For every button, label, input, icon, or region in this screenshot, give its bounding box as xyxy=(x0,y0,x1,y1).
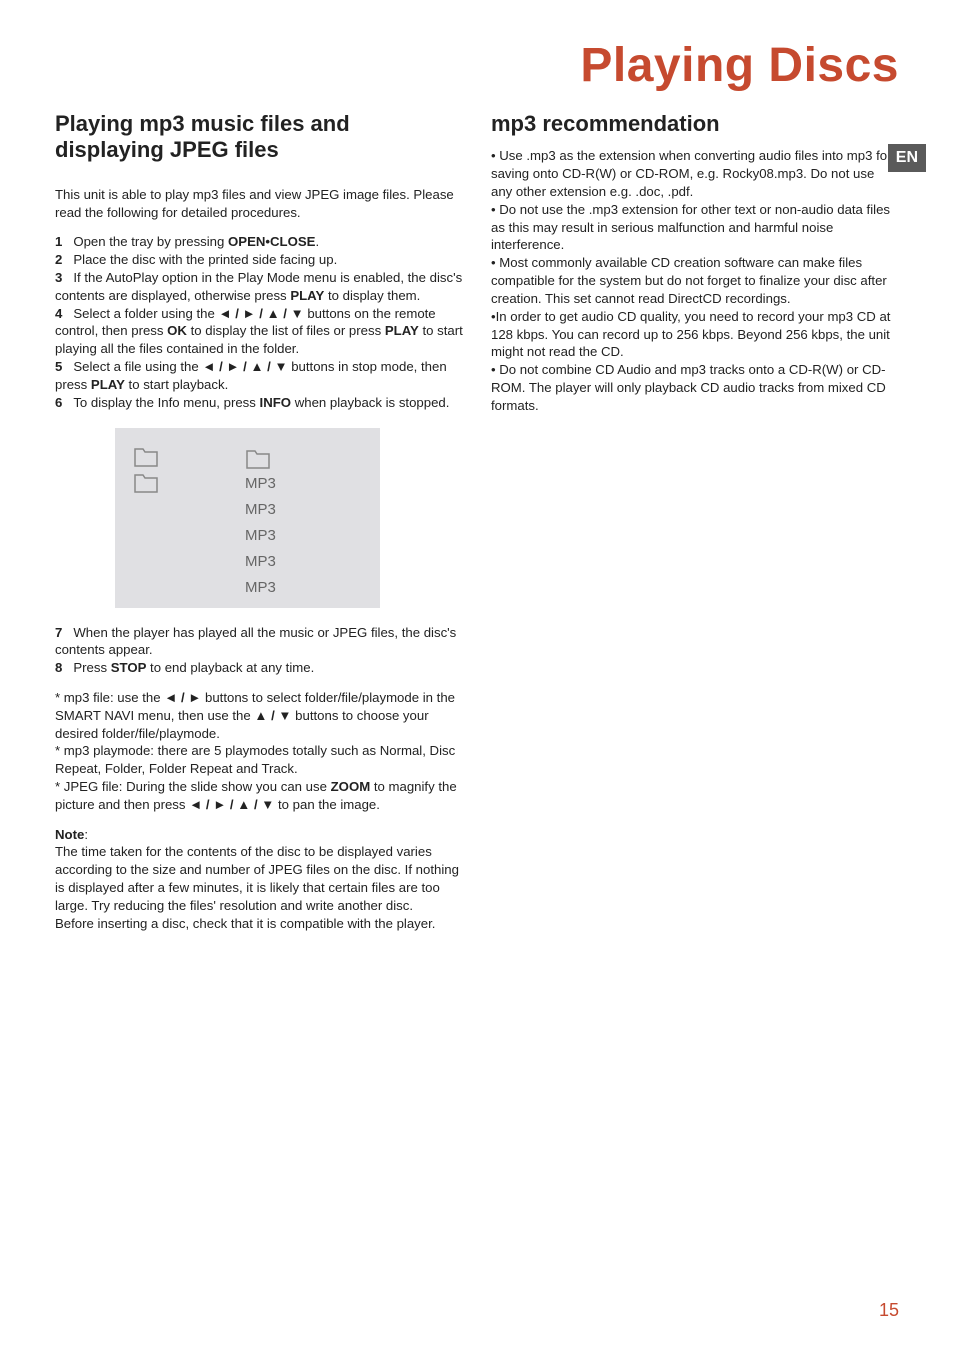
content-columns: Playing mp3 music files and displaying J… xyxy=(55,111,899,933)
step-text: . xyxy=(315,234,319,249)
list-item: MP3 xyxy=(245,472,276,498)
asterisk-note-1: * mp3 file: use the ◄ / ► buttons to sel… xyxy=(55,689,463,742)
note-colon: : xyxy=(84,827,88,842)
language-badge: EN xyxy=(888,144,926,172)
folder-diagram: MP3 MP3 MP3 MP3 MP3 xyxy=(115,428,380,608)
bullet-item: •In order to get audio CD quality, you n… xyxy=(491,308,899,361)
note-body-2: Before inserting a disc, check that it i… xyxy=(55,915,463,933)
note-body-1: The time taken for the contents of the d… xyxy=(55,843,463,914)
list-item: MP3 xyxy=(245,576,276,602)
bullet-item: • Most commonly available CD creation so… xyxy=(491,254,899,307)
button-ref: STOP xyxy=(111,660,147,675)
mp3-label: MP3 xyxy=(245,526,276,546)
asterisk-note-3: * JPEG file: During the slide show you c… xyxy=(55,778,463,814)
bullet-item: • Do not use the .mp3 extension for othe… xyxy=(491,201,899,254)
arrow-keys: ◄ / ► / ▲ / ▼ xyxy=(202,359,287,374)
step-number: 2 xyxy=(55,252,62,267)
step-2: 2 Place the disc with the printed side f… xyxy=(55,251,463,269)
step-number: 3 xyxy=(55,270,62,285)
step-number: 4 xyxy=(55,306,62,321)
note-text: to pan the image. xyxy=(274,797,380,812)
diagram-left-folders xyxy=(133,446,159,498)
right-heading: mp3 recommendation xyxy=(491,111,899,137)
button-ref: PLAY xyxy=(91,377,125,392)
left-heading: Playing mp3 music files and displaying J… xyxy=(55,111,463,164)
note-block: Note: xyxy=(55,826,463,844)
button-ref: OPEN•CLOSE xyxy=(228,234,315,249)
list-item: MP3 xyxy=(245,524,276,550)
recommendation-list: • Use .mp3 as the extension when convert… xyxy=(491,147,899,414)
button-ref: ZOOM xyxy=(331,779,371,794)
arrow-keys: ▲ / ▼ xyxy=(254,708,291,723)
arrow-keys: ◄ / ► / ▲ / ▼ xyxy=(189,797,274,812)
step-text: to start playback. xyxy=(125,377,228,392)
step-8: 8 Press STOP to end playback at any time… xyxy=(55,659,463,677)
list-item: MP3 xyxy=(245,498,276,524)
note-text: * mp3 file: use the xyxy=(55,690,164,705)
step-text: To display the Info menu, press xyxy=(73,395,259,410)
diagram-file-list: MP3 MP3 MP3 MP3 MP3 xyxy=(245,446,276,602)
list-item: MP3 xyxy=(245,550,276,576)
button-ref: OK xyxy=(167,323,187,338)
folder-icon xyxy=(245,448,271,470)
intro-text: This unit is able to play mp3 files and … xyxy=(55,186,463,222)
step-text: Select a folder using the xyxy=(73,306,218,321)
step-number: 5 xyxy=(55,359,62,374)
bullet-item: • Do not combine CD Audio and mp3 tracks… xyxy=(491,361,899,414)
note-text: * JPEG file: During the slide show you c… xyxy=(55,779,331,794)
mp3-label: MP3 xyxy=(245,500,276,520)
step-1: 1 Open the tray by pressing OPEN•CLOSE. xyxy=(55,233,463,251)
folder-icon xyxy=(133,446,159,468)
mp3-label: MP3 xyxy=(245,474,276,494)
list-item xyxy=(245,446,276,472)
step-text: to display the list of files or press xyxy=(187,323,385,338)
mp3-label: MP3 xyxy=(245,578,276,598)
step-number: 8 xyxy=(55,660,62,675)
page-number: 15 xyxy=(879,1300,899,1321)
step-3: 3 If the AutoPlay option in the Play Mod… xyxy=(55,269,463,305)
step-6: 6 To display the Info menu, press INFO w… xyxy=(55,394,463,412)
mp3-label: MP3 xyxy=(245,552,276,572)
folder-icon xyxy=(133,472,159,494)
step-number: 7 xyxy=(55,625,62,640)
arrow-keys: ◄ / ► xyxy=(164,690,201,705)
step-text: to end playback at any time. xyxy=(146,660,314,675)
button-ref: PLAY xyxy=(290,288,324,303)
step-text: Open the tray by pressing xyxy=(73,234,228,249)
button-ref: PLAY xyxy=(385,323,419,338)
asterisk-note-2: * mp3 playmode: there are 5 playmodes to… xyxy=(55,742,463,778)
step-number: 6 xyxy=(55,395,62,410)
step-text: Place the disc with the printed side fac… xyxy=(73,252,337,267)
note-label: Note xyxy=(55,827,84,842)
arrow-keys: ◄ / ► / ▲ / ▼ xyxy=(219,306,304,321)
step-text: when playback is stopped. xyxy=(291,395,449,410)
step-number: 1 xyxy=(55,234,62,249)
bullet-item: • Use .mp3 as the extension when convert… xyxy=(491,147,899,200)
left-column: Playing mp3 music files and displaying J… xyxy=(55,111,463,933)
button-ref: INFO xyxy=(260,395,292,410)
step-text: Select a file using the xyxy=(73,359,202,374)
step-text: When the player has played all the music… xyxy=(55,625,456,658)
step-4: 4 Select a folder using the ◄ / ► / ▲ / … xyxy=(55,305,463,358)
step-5: 5 Select a file using the ◄ / ► / ▲ / ▼ … xyxy=(55,358,463,394)
page-title-banner: Playing Discs xyxy=(55,38,899,93)
step-text: to display them. xyxy=(324,288,420,303)
step-text: Press xyxy=(73,660,110,675)
step-7: 7 When the player has played all the mus… xyxy=(55,624,463,660)
right-column: mp3 recommendation • Use .mp3 as the ext… xyxy=(491,111,899,933)
